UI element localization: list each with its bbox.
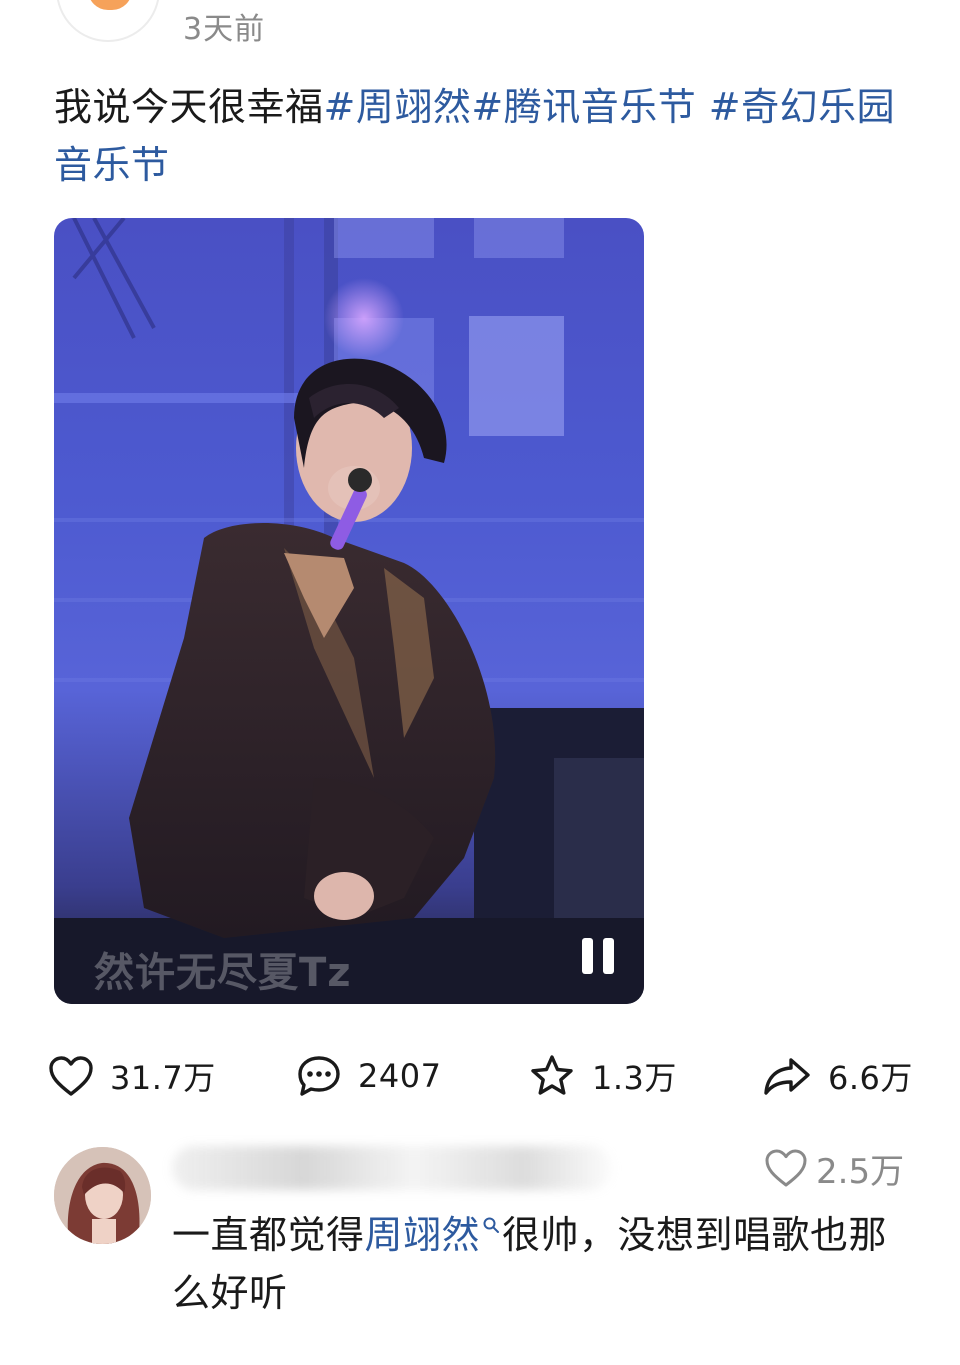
like-count: 31.7万	[110, 1059, 216, 1097]
comment-button[interactable]: 2407	[296, 1046, 441, 1106]
video-frame	[54, 218, 644, 1004]
comment-mention-link[interactable]: 周翊然	[365, 1213, 481, 1257]
post-timestamp: 3天前	[183, 12, 266, 47]
video-watermark: 然许无尽夏Tz	[94, 950, 352, 996]
comment-like-count: 2.5万	[816, 1151, 905, 1192]
post-body-text: 我说今天很幸福	[54, 85, 324, 129]
commenter-avatar[interactable]	[54, 1147, 151, 1244]
comment-like-button[interactable]: 2.5万	[764, 1140, 904, 1196]
share-arrow-icon	[764, 1058, 810, 1095]
comment-text-before: 一直都觉得	[172, 1213, 365, 1257]
post-action-bar: 31.7万 2407 1.3万 6.6万	[0, 1046, 960, 1106]
star-icon	[531, 1055, 573, 1095]
post-text: 我说今天很幸福#周翊然#腾讯音乐节 #奇幻乐园音乐节	[54, 78, 924, 194]
author-avatar[interactable]	[56, 0, 160, 42]
search-icon[interactable]	[482, 1216, 500, 1234]
pause-icon[interactable]	[578, 936, 618, 976]
favorite-count: 1.3万	[592, 1059, 677, 1097]
comment-bubble-icon	[298, 1056, 340, 1096]
post-video[interactable]: 然许无尽夏Tz	[54, 218, 644, 1004]
share-count: 6.6万	[828, 1059, 913, 1097]
commenter-name-redacted	[172, 1146, 612, 1190]
comment-text: 一直都觉得周翊然 很帅，没想到唱歌也那么好听	[172, 1206, 912, 1322]
heart-icon	[49, 1056, 93, 1096]
like-button[interactable]: 31.7万	[48, 1046, 216, 1106]
heart-icon	[765, 1149, 807, 1187]
avatar-decoration	[88, 0, 132, 10]
hashtag-tencent-music-festival[interactable]: #腾讯音乐节	[471, 85, 696, 129]
share-button[interactable]: 6.6万	[762, 1046, 913, 1106]
avatar-photo	[54, 1147, 151, 1244]
comment-count: 2407	[358, 1057, 442, 1095]
favorite-button[interactable]: 1.3万	[528, 1046, 677, 1106]
hashtag-zhou-yiran[interactable]: #周翊然	[324, 85, 472, 129]
